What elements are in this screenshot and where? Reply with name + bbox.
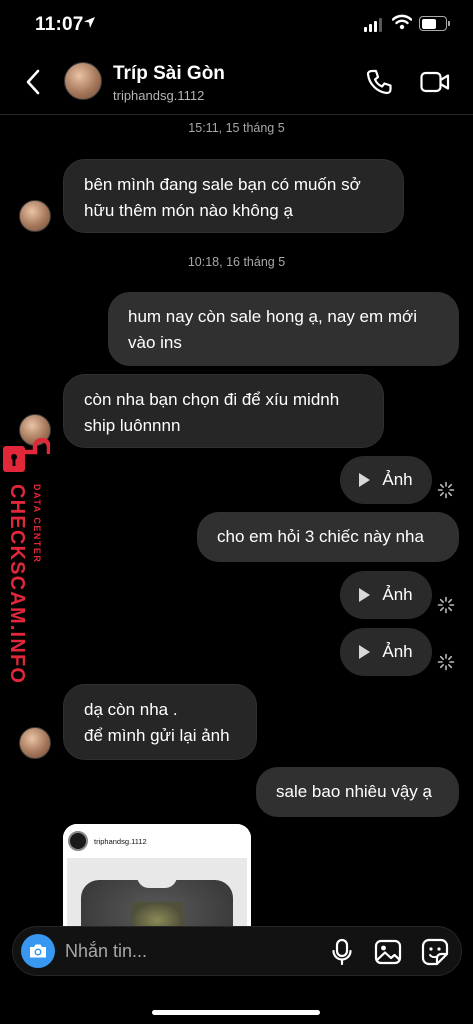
message-bubble-received[interactable]: bên mình đang sale bạn có muốn sở hữu th… bbox=[63, 159, 404, 233]
photo-message[interactable]: Ảnh bbox=[340, 571, 432, 619]
message-bubble-received[interactable]: còn nha bạn chọn đi để xíu midnh ship lu… bbox=[63, 374, 384, 448]
sticker-icon[interactable] bbox=[421, 938, 449, 966]
photo-message[interactable]: Ảnh bbox=[340, 456, 432, 504]
photo-message[interactable]: Ảnh bbox=[340, 628, 432, 676]
contact-username[interactable]: triphandsg.1112 bbox=[113, 88, 204, 103]
post-username: triphandsg.1112 bbox=[94, 836, 147, 846]
photo-label: Ảnh bbox=[382, 585, 413, 604]
play-icon bbox=[359, 588, 371, 602]
home-indicator[interactable] bbox=[152, 1010, 320, 1015]
sender-avatar[interactable] bbox=[19, 200, 51, 232]
message-input[interactable] bbox=[65, 937, 315, 965]
gallery-icon[interactable] bbox=[374, 939, 402, 965]
post-avatar bbox=[68, 831, 88, 851]
status-time: 11:07 bbox=[35, 14, 84, 35]
photo-label: Ảnh bbox=[382, 642, 413, 661]
sending-spinner-icon bbox=[437, 481, 455, 499]
shared-post[interactable]: triphandsg.1112 bbox=[63, 824, 251, 934]
location-arrow-icon bbox=[84, 17, 95, 28]
wifi-icon bbox=[392, 14, 412, 30]
watermark-subtext: DATA CENTER bbox=[32, 484, 42, 564]
post-image bbox=[67, 858, 247, 934]
header-divider bbox=[0, 114, 473, 115]
phone-call-icon[interactable] bbox=[365, 68, 393, 96]
watermark-lock-icon bbox=[3, 438, 50, 472]
watermark-text: CHECKSCAM.INFO bbox=[6, 484, 28, 685]
sending-spinner-icon bbox=[437, 653, 455, 671]
play-icon bbox=[359, 645, 371, 659]
message-bubble-sent[interactable]: cho em hỏi 3 chiếc này nha bbox=[197, 512, 459, 562]
message-bubble-sent[interactable]: hum nay còn sale hong ạ, nay em mới vào … bbox=[108, 292, 459, 366]
video-call-icon[interactable] bbox=[420, 70, 450, 94]
timestamp: 15:11, 15 tháng 5 bbox=[188, 121, 285, 135]
sender-avatar[interactable] bbox=[19, 727, 51, 759]
message-bubble-received[interactable]: dạ còn nha . để mình gửi lại ảnh bbox=[63, 684, 257, 760]
contact-avatar[interactable] bbox=[64, 62, 102, 100]
back-button[interactable] bbox=[18, 64, 48, 100]
play-icon bbox=[359, 473, 371, 487]
photo-label: Ảnh bbox=[382, 470, 413, 489]
microphone-icon[interactable] bbox=[331, 938, 353, 966]
message-composer bbox=[12, 926, 462, 976]
cellular-signal-icon bbox=[364, 18, 382, 32]
sending-spinner-icon bbox=[437, 596, 455, 614]
timestamp: 10:18, 16 tháng 5 bbox=[187, 255, 286, 269]
camera-icon bbox=[30, 944, 46, 958]
contact-name[interactable]: Tríp Sài Gòn bbox=[113, 63, 225, 85]
message-bubble-sent[interactable]: sale bao nhiêu vậy ạ bbox=[256, 767, 459, 817]
battery-icon bbox=[419, 16, 450, 31]
camera-button[interactable] bbox=[21, 934, 55, 968]
chevron-left-icon bbox=[26, 69, 40, 95]
